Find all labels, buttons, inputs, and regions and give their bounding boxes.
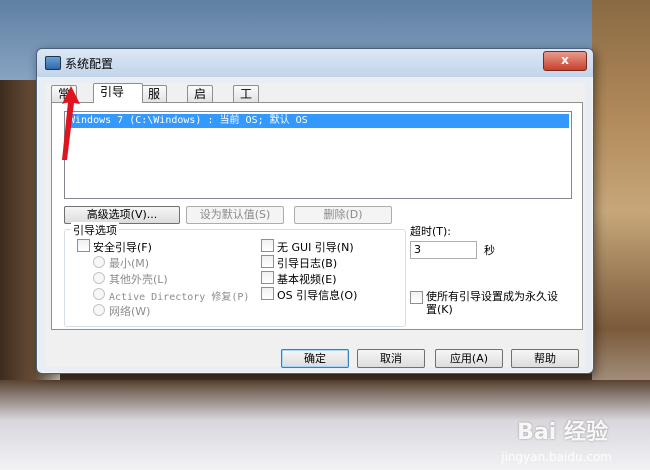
tab-startup[interactable]: 启动 xyxy=(187,85,214,117)
ad-repair-label: Active Directory 修复(P) xyxy=(109,292,250,303)
ad-repair-radio[interactable] xyxy=(93,288,105,300)
close-button[interactable]: x xyxy=(543,51,587,71)
set-default-button[interactable]: 设为默认值(S) xyxy=(186,206,284,224)
ok-button[interactable]: 确定 xyxy=(281,349,349,368)
help-button[interactable]: 帮助 xyxy=(511,349,579,368)
tab-boot[interactable]: 引导 xyxy=(93,83,143,103)
network-label: 网络(W) xyxy=(109,305,151,318)
boot-tab-panel: Windows 7 (C:\Windows) : 当前 OS; 默认 OS 高级… xyxy=(51,102,583,330)
app-icon xyxy=(45,56,61,70)
os-list-item[interactable]: Windows 7 (C:\Windows) : 当前 OS; 默认 OS xyxy=(67,114,569,128)
timeout-unit: 秒 xyxy=(484,244,495,257)
watermark-logo: Bai 经验 xyxy=(517,420,608,445)
title-bar[interactable]: 系统配置 x xyxy=(37,49,593,77)
boot-options-group: 引导选项 安全引导(F) 最小(M) 其他外壳(L) Active Direct… xyxy=(64,222,406,327)
no-gui-boot-checkbox[interactable] xyxy=(261,239,274,252)
minimal-label: 最小(M) xyxy=(109,257,150,270)
watermark-url: jingyan.baidu.com xyxy=(501,450,612,464)
minimal-radio[interactable] xyxy=(93,256,105,268)
base-video-label: 基本视频(E) xyxy=(277,273,337,286)
alternate-shell-radio[interactable] xyxy=(93,272,105,284)
os-boot-info-checkbox[interactable] xyxy=(261,287,274,300)
apply-button[interactable]: 应用(A) xyxy=(435,349,503,368)
safe-boot-label: 安全引导(F) xyxy=(93,241,152,254)
window-title: 系统配置 xyxy=(65,57,114,71)
safe-boot-checkbox[interactable] xyxy=(77,239,90,252)
make-permanent-label: 使所有引导设置成为永久设置(K) xyxy=(426,290,558,316)
tab-services[interactable]: 服务 xyxy=(141,85,168,117)
timeout-label: 超时(T): xyxy=(410,225,452,238)
alternate-shell-label: 其他外壳(L) xyxy=(109,273,168,286)
os-boot-info-label: OS 引导信息(O) xyxy=(277,289,358,302)
system-config-window: 系统配置 x 常规 引导 服务 启动 工具 Windows 7 (C:\Wind… xyxy=(36,48,594,374)
boot-log-checkbox[interactable] xyxy=(261,255,274,268)
os-list[interactable]: Windows 7 (C:\Windows) : 当前 OS; 默认 OS xyxy=(64,111,572,199)
annotation-arrow xyxy=(62,86,80,160)
no-gui-boot-label: 无 GUI 引导(N) xyxy=(277,241,354,254)
tab-tools[interactable]: 工具 xyxy=(233,85,260,117)
timeout-input[interactable]: 3 xyxy=(410,241,477,259)
dialog-client: 常规 引导 服务 启动 工具 Windows 7 (C:\Windows) : … xyxy=(45,83,585,368)
cancel-button[interactable]: 取消 xyxy=(357,349,425,368)
make-permanent-checkbox[interactable] xyxy=(410,291,423,304)
boot-log-label: 引导日志(B) xyxy=(277,257,338,270)
delete-button[interactable]: 删除(D) xyxy=(294,206,392,224)
network-radio[interactable] xyxy=(93,304,105,316)
boot-options-label: 引导选项 xyxy=(71,222,119,238)
base-video-checkbox[interactable] xyxy=(261,271,274,284)
